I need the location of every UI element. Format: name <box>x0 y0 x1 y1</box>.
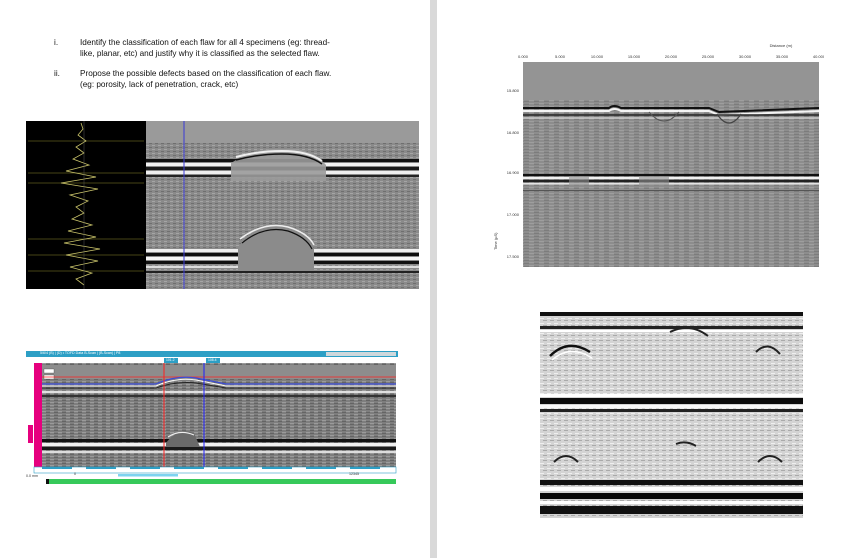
y-tick-label: 17.000 <box>507 212 520 217</box>
left-page: i. Identify the classification of each f… <box>0 0 430 558</box>
question-number: ii. <box>54 69 60 78</box>
x-tick-label: 20.000 <box>665 54 678 59</box>
question-2: ii. Propose the possible defects based o… <box>54 68 394 90</box>
bottom-right-value: 12345 <box>349 472 359 476</box>
status-bar-text: 5/6/4 (B) | (D) • TOFD Data B-Scan | (B-… <box>40 351 121 355</box>
x-tick-label: 40.000 <box>813 54 824 59</box>
tofd-software-screenshot: 5/6/4 (B) | (D) • TOFD Data B-Scan | (B-… <box>26 351 398 485</box>
cursor-a-label: 101.2 <box>166 358 175 362</box>
x-tick-label: 35.000 <box>776 54 789 59</box>
x-tick-label: 30.000 <box>739 54 752 59</box>
y-tick-label: 16.800 <box>507 130 520 135</box>
radargram-image: Distance (m) 0.000 5.000 10.000 15.000 20.00… <box>489 40 824 280</box>
y-tick-label: 16.900 <box>507 170 520 175</box>
x-tick-label: 5.000 <box>555 54 566 59</box>
bottom-left-value: 0 <box>74 472 76 476</box>
x-tick-label: 10.000 <box>591 54 604 59</box>
y-tick-label: 15.800 <box>507 88 520 93</box>
x-axis-title: Distance (m) <box>770 43 793 48</box>
bw-scan-image <box>540 312 803 518</box>
y-tick-label: 17.500 <box>507 254 520 259</box>
question-text: Propose the possible defects based on th… <box>80 69 332 89</box>
question-1: i. Identify the classification of each f… <box>54 37 394 59</box>
question-text: Identify the classification of each flaw… <box>80 38 330 58</box>
right-page: Distance (m) 0.000 5.000 10.000 15.000 20.00… <box>437 0 863 558</box>
cursor-b-label: 108.4 <box>208 358 217 362</box>
tofd-scan-image-1 <box>26 121 419 289</box>
x-tick-label: 25.000 <box>702 54 715 59</box>
scale-label: 0.0 mm <box>26 474 38 478</box>
question-number: i. <box>54 38 59 47</box>
y-axis-title: Time (µS) <box>493 232 498 250</box>
x-tick-label: 15.000 <box>628 54 641 59</box>
x-tick-label: 0.000 <box>518 54 529 59</box>
